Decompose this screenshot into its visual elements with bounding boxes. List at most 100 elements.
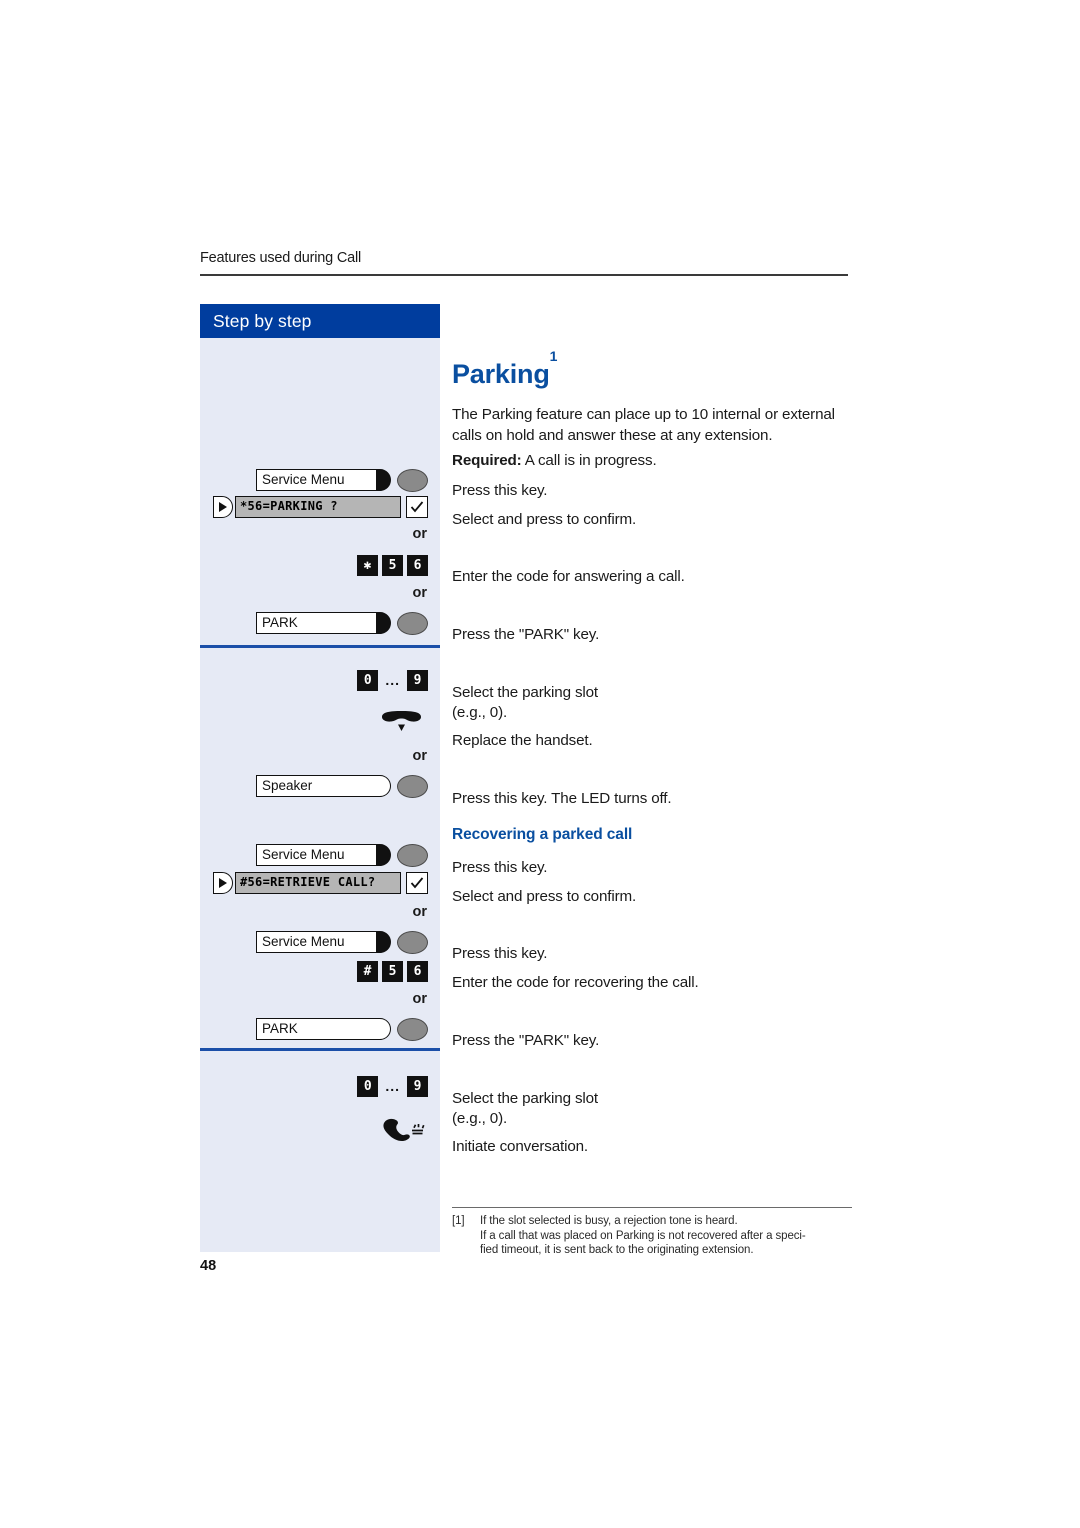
- range-dots: ...: [385, 1078, 400, 1094]
- step-press-this-key-2: Press this key.: [452, 859, 548, 877]
- display-text: *56=PARKING ?: [235, 496, 401, 518]
- keycap-six[interactable]: 6: [407, 960, 428, 982]
- keypad-code-retrieve[interactable]: # 5 6: [357, 960, 428, 982]
- step-select-confirm-2: Select and press to confirm.: [452, 888, 637, 906]
- function-key-label: PARK: [256, 1018, 376, 1040]
- display-menu-item-parking[interactable]: *56=PARKING ?: [213, 496, 428, 518]
- sidebar-row-code-retrieve: # 5 6: [200, 959, 440, 983]
- keypad-slot-select-2[interactable]: 0 ... 9: [357, 1075, 428, 1097]
- or-separator-5: or: [412, 991, 428, 1007]
- keycap-nine[interactable]: 9: [407, 669, 428, 691]
- function-key-label: PARK: [256, 612, 376, 634]
- footnote-block: [1] If the slot selected is busy, a reje…: [452, 1207, 852, 1258]
- sidebar-row-park-key-2: PARK: [200, 1017, 440, 1041]
- step-press-park-1: Press the "PARK" key.: [452, 626, 600, 644]
- or-separator-2: or: [412, 585, 428, 601]
- keypad-slot-select-1[interactable]: 0 ... 9: [357, 669, 428, 691]
- function-key-service-menu-1[interactable]: Service Menu: [256, 468, 428, 492]
- intro-paragraph: The Parking feature can place up to 10 i…: [452, 406, 835, 444]
- key-arrow-tip-icon: [376, 775, 391, 797]
- sidebar-row-service-menu-1: Service Menu: [200, 468, 440, 492]
- replace-handset-icon: [200, 710, 440, 741]
- key-button-icon[interactable]: [397, 843, 428, 867]
- sidebar-row-speaker-key: Speaker: [200, 774, 440, 798]
- running-head-text: Features used during Call: [200, 250, 362, 266]
- function-key-speaker[interactable]: Speaker: [256, 774, 428, 798]
- key-button-icon[interactable]: [397, 611, 428, 635]
- step-select-slot-2-example: (e.g., 0).: [452, 1110, 508, 1128]
- step-select-slot-1-example: (e.g., 0).: [452, 704, 508, 722]
- step-enter-code-answer: Enter the code for answering a call.: [452, 568, 685, 586]
- or-separator-3: or: [412, 748, 428, 764]
- keycap-nine[interactable]: 9: [407, 1075, 428, 1097]
- key-button-icon[interactable]: [397, 1017, 428, 1041]
- function-key-label: Service Menu: [256, 844, 376, 866]
- keycap-five[interactable]: 5: [382, 554, 403, 576]
- step-by-step-sidebar: Step by step Service Menu *56=PARKING ? …: [200, 304, 440, 1252]
- page-title-footnote-marker: 1: [549, 348, 558, 365]
- sidebar-divider-1: [200, 645, 440, 648]
- key-button-icon[interactable]: [397, 774, 428, 798]
- range-dots: ...: [385, 672, 400, 688]
- function-key-label: Speaker: [256, 775, 376, 797]
- step-press-this-key-3: Press this key.: [452, 945, 548, 963]
- sidebar-row-service-menu-3: Service Menu: [200, 930, 440, 954]
- step-enter-code-recover: Enter the code for recovering the call.: [452, 974, 699, 992]
- function-key-label: Service Menu: [256, 931, 376, 953]
- footnote-rule: [452, 1207, 852, 1208]
- key-arrow-tip-icon: [376, 1018, 391, 1040]
- function-key-park-1[interactable]: PARK: [256, 611, 428, 635]
- sidebar-row-display-retrieve: #56=RETRIEVE CALL?: [200, 871, 440, 895]
- key-arrow-tip-icon: [376, 612, 391, 634]
- checkmark-key-icon[interactable]: [406, 872, 428, 894]
- footnote-line-3: fied timeout, it is sent back to the ori…: [480, 1244, 754, 1256]
- function-key-park-2[interactable]: PARK: [256, 1017, 428, 1041]
- page-title-text: Parking: [452, 359, 550, 390]
- keypad-code-park[interactable]: ✱ 5 6: [357, 554, 428, 576]
- step-press-key-led: Press this key. The LED turns off.: [452, 790, 672, 808]
- key-button-icon[interactable]: [397, 930, 428, 954]
- keycap-hash[interactable]: #: [357, 960, 378, 982]
- right-arrow-icon: [213, 496, 233, 518]
- sidebar-row-code-park: ✱ 5 6: [200, 553, 440, 577]
- required-text: A call is in progress.: [521, 452, 657, 470]
- step-press-park-2: Press the "PARK" key.: [452, 1032, 600, 1050]
- step-select-confirm-1: Select and press to confirm.: [452, 511, 637, 529]
- sidebar-row-service-menu-2: Service Menu: [200, 843, 440, 867]
- step-select-slot-2: Select the parking slot: [452, 1090, 598, 1108]
- right-arrow-icon: [213, 872, 233, 894]
- required-line: Required: A call is in progress.: [452, 451, 852, 472]
- display-menu-item-retrieve[interactable]: #56=RETRIEVE CALL?: [213, 872, 428, 894]
- key-button-icon[interactable]: [397, 468, 428, 492]
- footnote-marker: [1]: [452, 1215, 465, 1227]
- sidebar-title: Step by step: [200, 304, 440, 338]
- page-title: Parking1: [452, 348, 557, 390]
- lift-handset-icon: [200, 1117, 440, 1150]
- keycap-zero[interactable]: 0: [357, 1075, 379, 1097]
- function-key-label: Service Menu: [256, 469, 376, 491]
- or-separator-4: or: [412, 904, 428, 920]
- sidebar-row-slot-select-2: 0 ... 9: [200, 1074, 440, 1098]
- page-number: 48: [200, 1258, 217, 1274]
- function-key-service-menu-3[interactable]: Service Menu: [256, 930, 428, 954]
- footnote-line-1: If the slot selected is busy, a rejectio…: [480, 1215, 738, 1227]
- key-arrow-tip-icon: [376, 469, 391, 491]
- step-select-slot-1: Select the parking slot: [452, 684, 598, 702]
- keycap-zero[interactable]: 0: [357, 669, 379, 691]
- sidebar-row-park-key-1: PARK: [200, 611, 440, 635]
- keycap-six[interactable]: 6: [407, 554, 428, 576]
- sidebar-divider-2: [200, 1048, 440, 1051]
- sidebar-row-slot-select-1: 0 ... 9: [200, 668, 440, 692]
- page-running-header: Features used during Call: [200, 250, 848, 276]
- keycap-five[interactable]: 5: [382, 960, 403, 982]
- section-heading-recovering: Recovering a parked call: [452, 825, 633, 843]
- step-initiate-conversation: Initiate conversation.: [452, 1138, 588, 1156]
- step-replace-handset: Replace the handset.: [452, 732, 593, 750]
- function-key-service-menu-2[interactable]: Service Menu: [256, 843, 428, 867]
- checkmark-key-icon[interactable]: [406, 496, 428, 518]
- or-separator-1: or: [412, 526, 428, 542]
- key-arrow-tip-icon: [376, 844, 391, 866]
- header-rule: [200, 274, 848, 276]
- keycap-star[interactable]: ✱: [357, 554, 378, 576]
- key-arrow-tip-icon: [376, 931, 391, 953]
